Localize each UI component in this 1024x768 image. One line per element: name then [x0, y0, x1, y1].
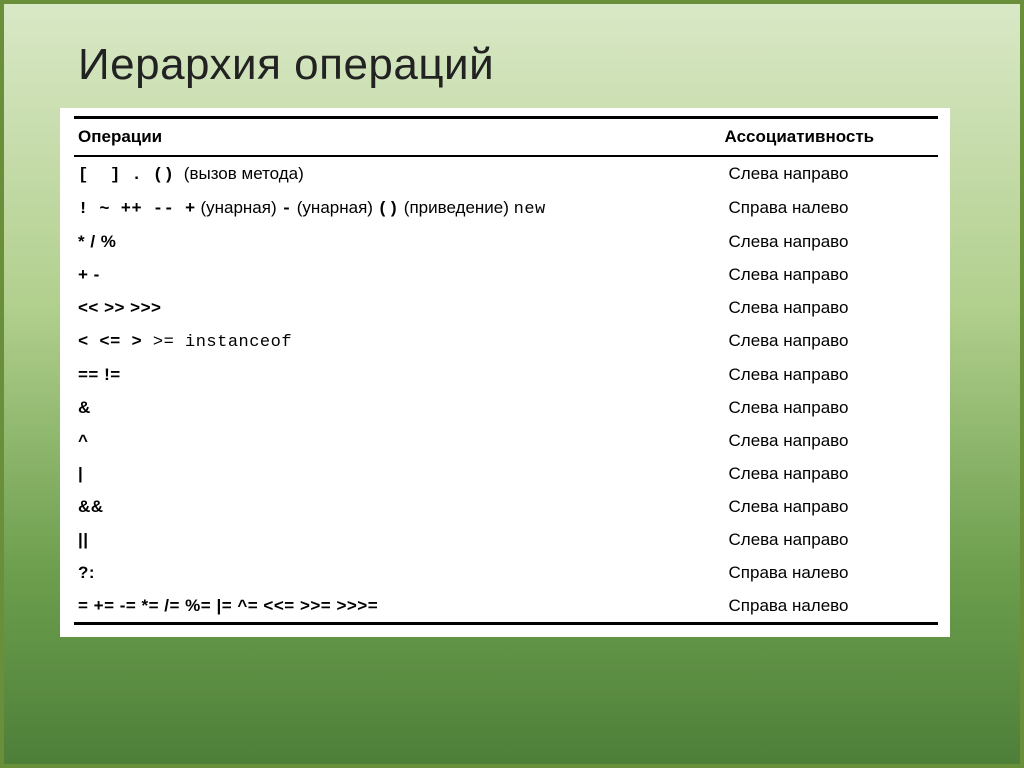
slide-title: Иерархия операций	[78, 40, 976, 90]
table-row: [ ] . () (вызов метода) Слева направо	[74, 156, 938, 191]
table-row: << >> >>> Слева направо	[74, 291, 938, 324]
cell-ops: * / %	[74, 225, 725, 258]
table-header-row: Операции Ассоциативность	[74, 118, 938, 157]
cell-ops: [ ] . () (вызов метода)	[74, 156, 725, 191]
table-row: == != Слева направо	[74, 358, 938, 391]
table-row: < <= > >= instanceof Слева направо	[74, 324, 938, 358]
content-area: Иерархия операций Операции Ассоциативнос…	[60, 40, 976, 637]
header-operations: Операции	[74, 118, 725, 157]
cell-assoc: Слева направо	[725, 391, 938, 424]
cell-assoc: Слева направо	[725, 156, 938, 191]
table-row: & Слева направо	[74, 391, 938, 424]
cell-assoc: Справа налево	[725, 191, 938, 225]
cell-assoc: Слева направо	[725, 258, 938, 291]
table-row: = += -= *= /= %= |= ^= <<= >>= >>>= Спра…	[74, 589, 938, 624]
table-row: ^ Слева направо	[74, 424, 938, 457]
slide-frame: Иерархия операций Операции Ассоциативнос…	[0, 0, 1024, 768]
cell-ops: |	[74, 457, 725, 490]
table-row: | Слева направо	[74, 457, 938, 490]
cell-ops: ^	[74, 424, 725, 457]
cell-assoc: Слева направо	[725, 457, 938, 490]
cell-assoc: Справа налево	[725, 556, 938, 589]
cell-assoc: Слева направо	[725, 358, 938, 391]
cell-ops: << >> >>>	[74, 291, 725, 324]
cell-ops: ! ~ ++ -- + (унарная) - (унарная) () (пр…	[74, 191, 725, 225]
table-panel: Операции Ассоциативность [ ] . () (вызов…	[60, 108, 950, 637]
cell-ops: == !=	[74, 358, 725, 391]
cell-assoc: Слева направо	[725, 424, 938, 457]
cell-ops: &	[74, 391, 725, 424]
cell-assoc: Слева направо	[725, 291, 938, 324]
table-row: * / % Слева направо	[74, 225, 938, 258]
table-row: ! ~ ++ -- + (унарная) - (унарная) () (пр…	[74, 191, 938, 225]
cell-ops: = += -= *= /= %= |= ^= <<= >>= >>>=	[74, 589, 725, 624]
cell-assoc: Слева направо	[725, 225, 938, 258]
cell-assoc: Слева направо	[725, 490, 938, 523]
precedence-table: Операции Ассоциативность [ ] . () (вызов…	[74, 116, 938, 625]
cell-ops: ?:	[74, 556, 725, 589]
cell-ops: + -	[74, 258, 725, 291]
table-row: || Слева направо	[74, 523, 938, 556]
header-associativity: Ассоциативность	[725, 118, 938, 157]
table-row: && Слева направо	[74, 490, 938, 523]
cell-assoc: Слева направо	[725, 324, 938, 358]
table-row: + - Слева направо	[74, 258, 938, 291]
cell-ops: &&	[74, 490, 725, 523]
table-row: ?: Справа налево	[74, 556, 938, 589]
cell-ops: < <= > >= instanceof	[74, 324, 725, 358]
cell-assoc: Справа налево	[725, 589, 938, 624]
cell-assoc: Слева направо	[725, 523, 938, 556]
cell-ops: ||	[74, 523, 725, 556]
